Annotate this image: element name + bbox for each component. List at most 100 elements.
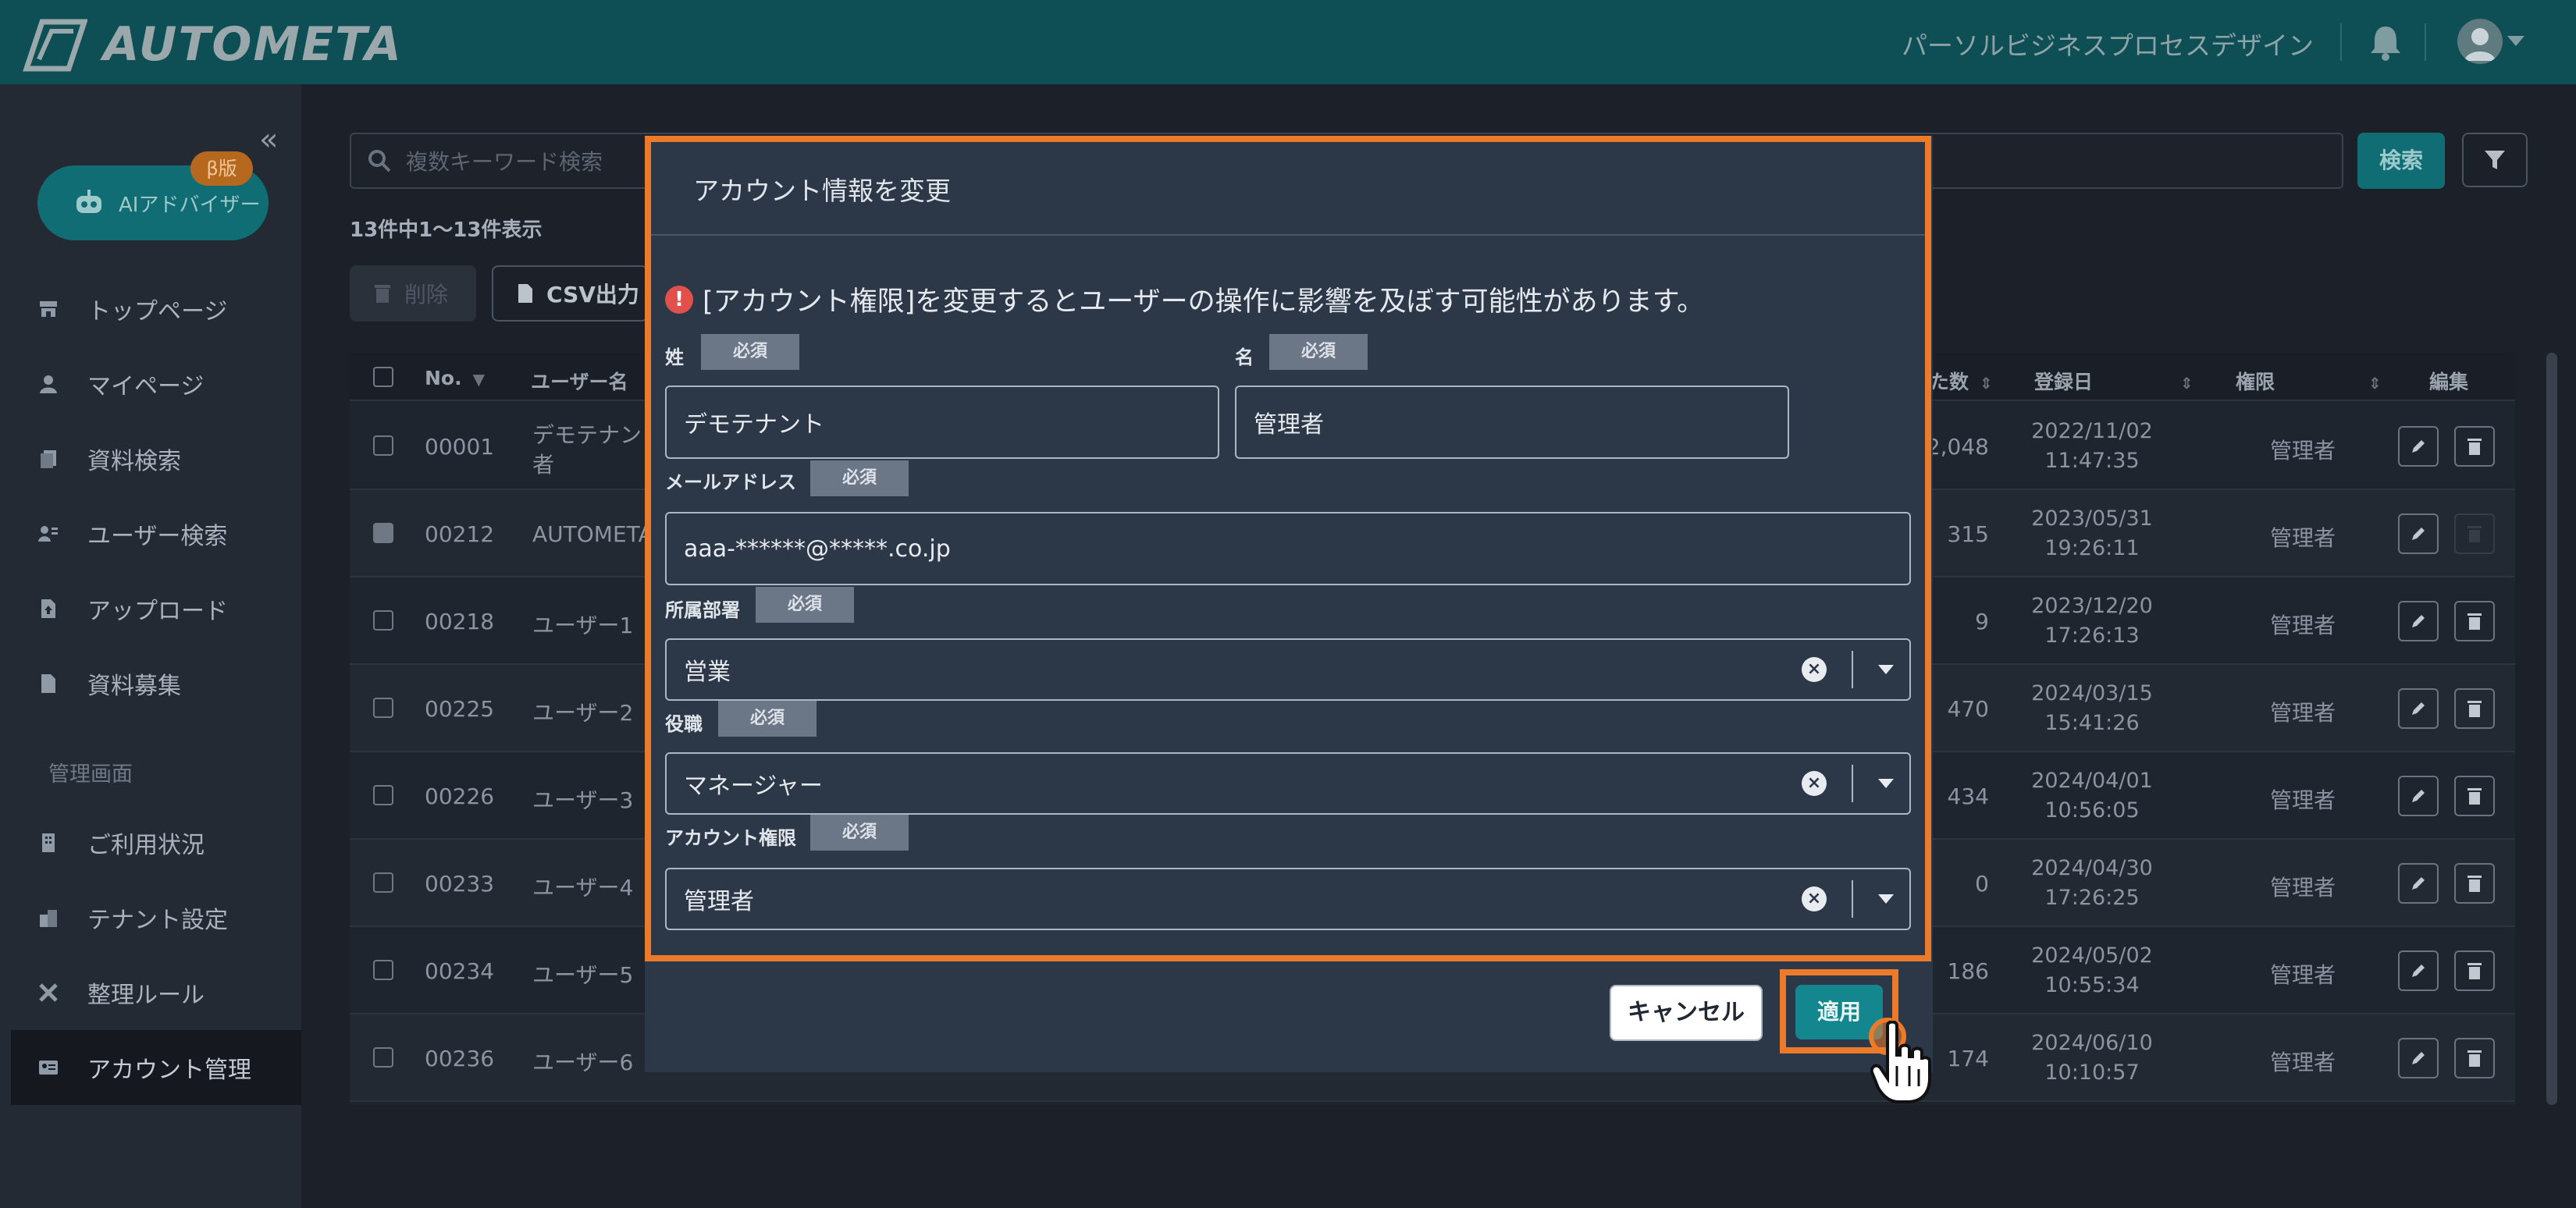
chevron-down-icon[interactable] xyxy=(1878,894,1894,904)
row-role: 管理者 xyxy=(2270,1050,2336,1075)
edit-button[interactable] xyxy=(2398,688,2439,729)
select-divider xyxy=(1852,765,1853,802)
select-all-checkbox[interactable] xyxy=(373,367,393,387)
store-icon xyxy=(40,301,57,317)
column-registered-label: 登録日 xyxy=(2034,371,2094,393)
row-checkbox[interactable] xyxy=(373,960,393,980)
row-checkbox[interactable] xyxy=(373,872,393,893)
avatar[interactable] xyxy=(2457,19,2503,64)
pencil-icon xyxy=(2412,790,2425,802)
bell-icon[interactable] xyxy=(2368,23,2403,61)
delete-button[interactable]: 削除 xyxy=(350,265,476,322)
required-badge: 必須 xyxy=(756,587,854,623)
sidebar-item-document-request[interactable]: 資料募集 xyxy=(0,646,301,721)
tenant-icon xyxy=(40,910,57,927)
position-select[interactable]: マネージャー × xyxy=(665,752,1911,815)
sidebar-item-upload[interactable]: アップロード xyxy=(0,571,301,646)
clear-icon[interactable]: × xyxy=(1802,657,1827,682)
result-count: 13件中1〜13件表示 xyxy=(350,219,543,242)
delete-row-button[interactable] xyxy=(2454,426,2495,467)
search-icon xyxy=(368,150,391,172)
pencil-icon xyxy=(2412,702,2425,715)
sidebar-item-document-search[interactable]: 資料検索 xyxy=(0,421,301,496)
row-date: 2024/04/30 xyxy=(2031,856,2153,880)
required-badge: 必須 xyxy=(701,334,799,370)
chevron-down-icon[interactable] xyxy=(1878,779,1894,788)
email-label: メールアドレス xyxy=(665,471,796,493)
edit-button[interactable] xyxy=(2398,950,2439,991)
row-username: ユーザー5 xyxy=(532,962,634,988)
row-checkbox[interactable] xyxy=(373,610,393,631)
row-time: 10:10:57 xyxy=(2044,1061,2140,1085)
column-role[interactable]: 権限 ⇕ xyxy=(2236,367,2382,395)
edit-button[interactable] xyxy=(2398,863,2439,904)
first-name-value: 管理者 xyxy=(1254,411,1324,439)
column-edit: 編集 xyxy=(2429,371,2469,393)
csv-export-button[interactable]: CSV出力 xyxy=(492,265,648,322)
sidebar-item-user-search[interactable]: ユーザー検索 xyxy=(0,496,301,571)
row-date: 2023/05/31 xyxy=(2031,506,2153,531)
department-select[interactable]: 営業 × xyxy=(665,638,1911,701)
row-role: 管理者 xyxy=(2270,438,2336,464)
first-name-field[interactable]: 管理者 xyxy=(1235,385,1789,459)
account-menu-caret-icon[interactable] xyxy=(2507,36,2524,46)
column-registered[interactable]: 登録日 ⇕ xyxy=(2034,367,2194,395)
hand-cursor-icon xyxy=(1870,1021,1931,1103)
logo-mark-icon xyxy=(23,19,87,72)
sort-icon: ⇕ xyxy=(2180,374,2194,393)
edit-button[interactable] xyxy=(2398,776,2439,816)
sidebar-item-organize-rules[interactable]: 整理ルール xyxy=(0,955,301,1030)
vertical-scrollbar[interactable] xyxy=(2546,353,2557,1105)
permission-select[interactable]: 管理者 × xyxy=(665,868,1911,930)
row-checkbox[interactable] xyxy=(373,698,393,718)
sidebar-item-my-page[interactable]: マイページ xyxy=(0,346,301,421)
trash-icon xyxy=(2467,876,2482,892)
sidebar-item-label: トップページ xyxy=(87,298,228,325)
logo[interactable]: AUTOMETA xyxy=(16,17,403,72)
search-button[interactable]: 検索 xyxy=(2357,133,2445,189)
row-checkbox[interactable] xyxy=(373,1047,393,1068)
app-header: AUTOMETA パーソルビジネスプロセスデザイン xyxy=(0,0,2576,84)
column-no[interactable]: No. ▼ xyxy=(425,367,485,389)
delete-row-button[interactable] xyxy=(2454,950,2495,991)
row-date: 2024/06/10 xyxy=(2031,1031,2153,1055)
row-time: 19:26:11 xyxy=(2044,536,2140,560)
delete-row-button[interactable] xyxy=(2454,688,2495,729)
email-field[interactable]: aaa-******@*****.co.jp xyxy=(665,512,1911,585)
delete-row-button[interactable] xyxy=(2454,601,2495,641)
row-checkbox[interactable] xyxy=(373,523,393,543)
row-date: 2024/04/01 xyxy=(2031,769,2153,793)
delete-row-button[interactable] xyxy=(2454,776,2495,816)
edit-button[interactable] xyxy=(2398,426,2439,467)
sidebar-item-top-page[interactable]: トップページ xyxy=(0,272,301,346)
sidebar-item-label: 整理ルール xyxy=(87,982,205,1009)
cancel-button[interactable]: キャンセル xyxy=(1610,985,1763,1041)
row-checkbox[interactable] xyxy=(373,785,393,805)
edit-button[interactable] xyxy=(2398,601,2439,641)
column-count[interactable]: た数 ⇕ xyxy=(1930,367,1993,395)
column-username[interactable]: ユーザー名 xyxy=(531,367,628,395)
row-checkbox[interactable] xyxy=(373,435,393,456)
collapse-sidebar-icon[interactable]: « xyxy=(259,122,278,158)
clear-icon[interactable]: × xyxy=(1802,886,1827,911)
sidebar-item-account-management[interactable]: アカウント管理 xyxy=(11,1030,301,1105)
chevron-down-icon[interactable] xyxy=(1878,665,1894,674)
sidebar-item-usage[interactable]: ご利用状況 xyxy=(0,805,301,880)
row-time: 11:47:35 xyxy=(2044,449,2140,473)
delete-row-button[interactable] xyxy=(2454,513,2495,554)
row-no: 00225 xyxy=(425,696,495,722)
sidebar-item-tenant-settings[interactable]: テナント設定 xyxy=(0,880,301,955)
clear-icon[interactable]: × xyxy=(1802,771,1827,796)
filter-button[interactable] xyxy=(2462,133,2528,187)
admin-section-label: 管理画面 xyxy=(48,762,133,787)
trash-icon xyxy=(2467,1050,2482,1067)
row-role: 管理者 xyxy=(2270,875,2336,901)
row-role: 管理者 xyxy=(2270,613,2336,638)
edit-button[interactable] xyxy=(2398,1038,2439,1078)
delete-row-button[interactable] xyxy=(2454,1038,2495,1078)
required-badge: 必須 xyxy=(810,815,909,851)
tools-icon xyxy=(39,983,58,1002)
edit-button[interactable] xyxy=(2398,513,2439,554)
last-name-field[interactable]: デモテナント xyxy=(665,385,1219,459)
delete-row-button[interactable] xyxy=(2454,863,2495,904)
